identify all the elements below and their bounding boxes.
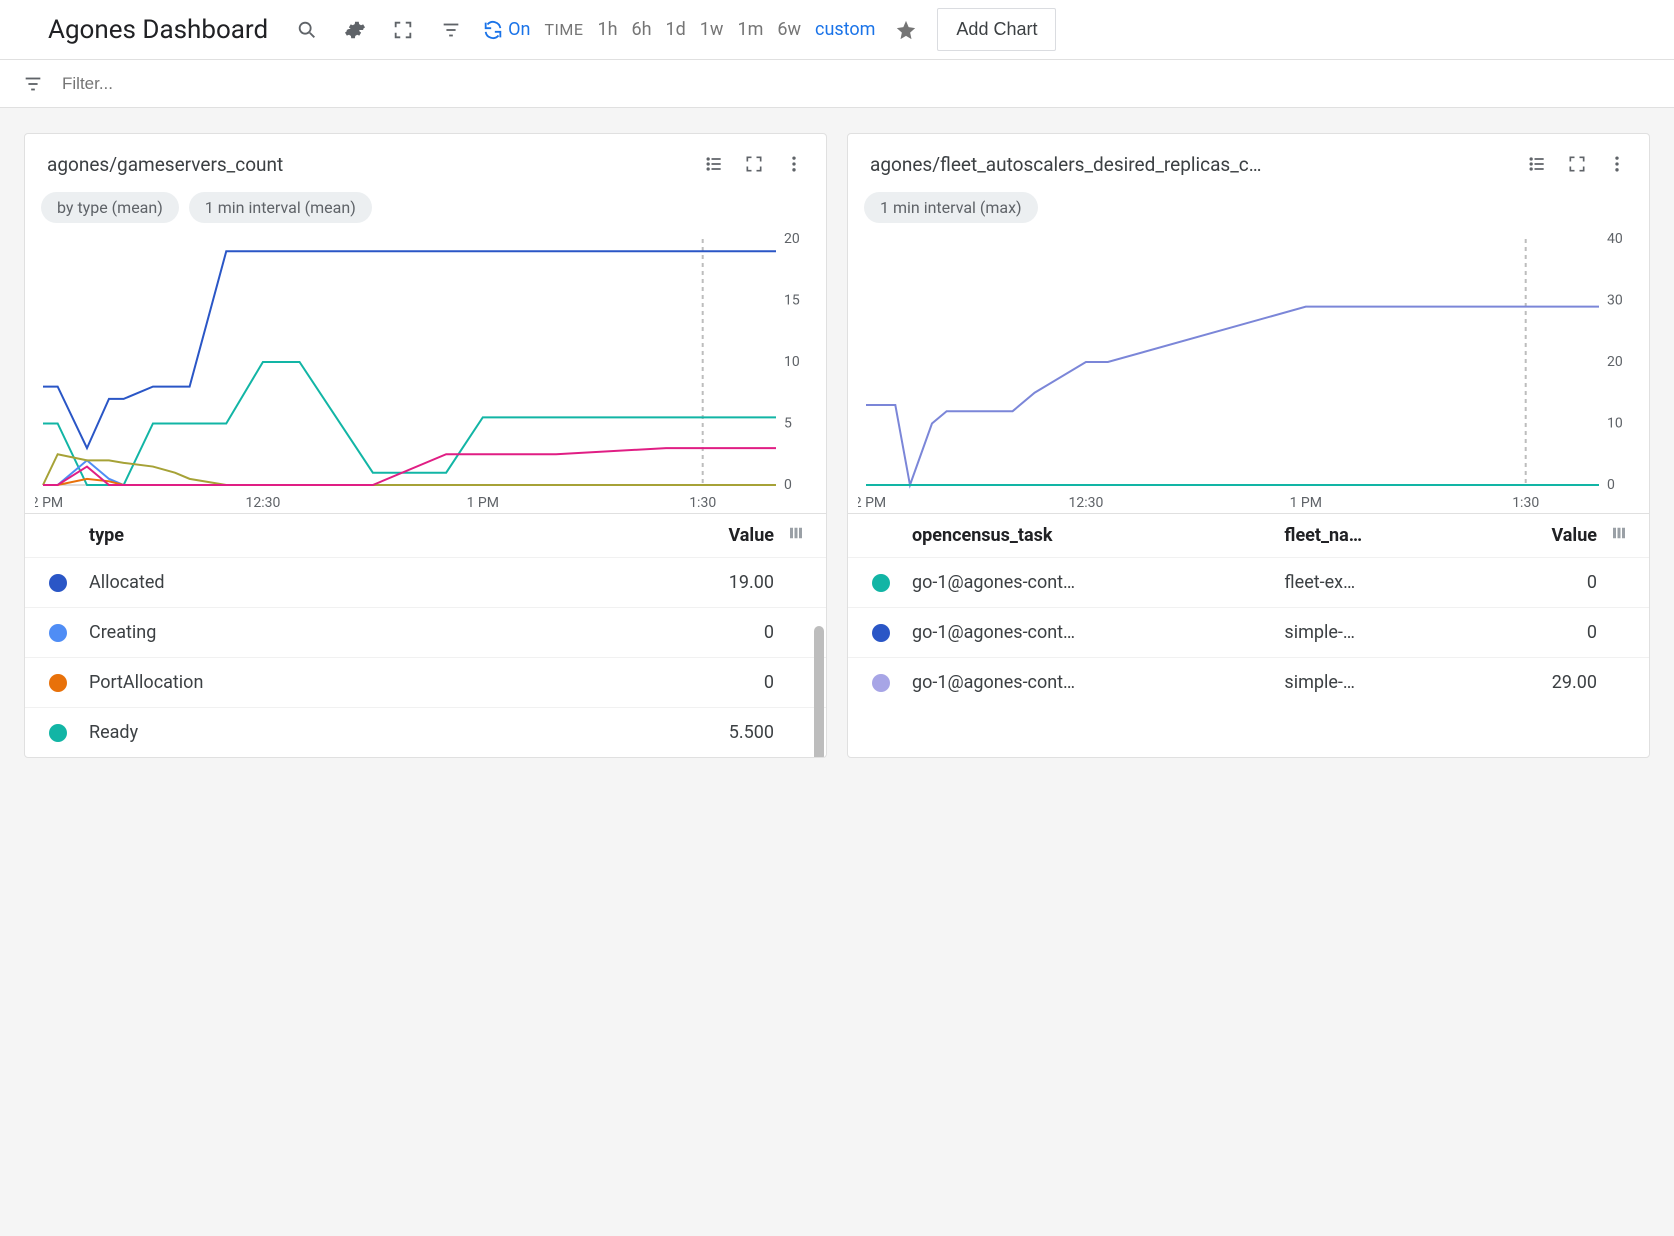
more-vert-icon[interactable]	[1601, 148, 1633, 180]
svg-text:10: 10	[784, 354, 800, 370]
time-option-1w[interactable]: 1w	[700, 19, 724, 40]
filter-input[interactable]	[62, 74, 1658, 94]
more-vert-icon[interactable]	[778, 148, 810, 180]
chart-title: agones/fleet_autoscalers_desired_replica…	[870, 153, 1521, 176]
refresh-label: On	[508, 19, 530, 40]
star-icon[interactable]	[889, 13, 923, 47]
chip[interactable]: 1 min interval (max)	[864, 192, 1038, 223]
table-row[interactable]: go-1@agones-cont… simple-… 29.00	[848, 657, 1649, 707]
svg-text:1:30: 1:30	[689, 495, 716, 511]
col-header[interactable]: Value	[682, 525, 782, 546]
svg-text:12:30: 12:30	[245, 495, 280, 511]
color-swatch	[49, 624, 67, 642]
svg-text:10: 10	[1607, 416, 1623, 432]
chip[interactable]: 1 min interval (mean)	[189, 192, 372, 223]
svg-text:5: 5	[784, 416, 792, 432]
list-icon[interactable]	[1521, 148, 1553, 180]
svg-text:15: 15	[784, 293, 800, 309]
time-option-6h[interactable]: 6h	[631, 19, 651, 40]
row-value: 0	[1505, 622, 1605, 643]
row-value: 0	[1505, 572, 1605, 593]
table-row[interactable]: go-1@agones-cont… simple-… 0	[848, 607, 1649, 657]
chart-card: agones/gameservers_count by type (mean) …	[24, 133, 827, 758]
col-header[interactable]: Value	[1505, 525, 1605, 546]
fullscreen-icon[interactable]	[386, 13, 420, 47]
row-label2: fleet-ex…	[1284, 572, 1505, 593]
dashboard-body: agones/gameservers_count by type (mean) …	[0, 109, 1674, 782]
svg-text:1 PM: 1 PM	[467, 495, 499, 511]
chip[interactable]: by type (mean)	[41, 192, 179, 223]
col-header[interactable]: opencensus_task	[912, 525, 1284, 546]
time-option-6w[interactable]: 6w	[777, 19, 801, 40]
svg-text:30: 30	[1607, 293, 1623, 309]
scrollbar-thumb[interactable]	[814, 626, 824, 758]
row-value: 0	[682, 622, 782, 643]
svg-text:0: 0	[1607, 477, 1615, 493]
svg-text:12 PM: 12 PM	[35, 495, 63, 511]
top-toolbar: Agones Dashboard On TIME 1h 6h 1d 1w 1m …	[0, 0, 1674, 60]
row-label: Ready	[89, 722, 682, 743]
row-label2: simple-…	[1284, 622, 1505, 643]
svg-text:1:30: 1:30	[1512, 495, 1539, 511]
filter-list-icon[interactable]	[434, 13, 468, 47]
legend-table: type Value Allocated 19.00 Creating 0 Po…	[25, 513, 826, 757]
col-header[interactable]: type	[89, 525, 682, 546]
row-label: Creating	[89, 622, 682, 643]
time-option-1h[interactable]: 1h	[597, 19, 617, 40]
color-swatch	[49, 724, 67, 742]
svg-text:1 PM: 1 PM	[1290, 495, 1322, 511]
chart-card: agones/fleet_autoscalers_desired_replica…	[847, 133, 1650, 758]
row-label: go-1@agones-cont…	[912, 672, 1284, 693]
list-icon[interactable]	[698, 148, 730, 180]
table-row[interactable]: Ready 5.500	[25, 707, 826, 757]
table-row[interactable]: go-1@agones-cont… fleet-ex… 0	[848, 557, 1649, 607]
row-label: go-1@agones-cont…	[912, 622, 1284, 643]
table-row[interactable]: PortAllocation 0	[25, 657, 826, 707]
color-swatch	[872, 674, 890, 692]
row-value: 0	[682, 672, 782, 693]
row-value: 5.500	[682, 722, 782, 743]
add-chart-button[interactable]: Add Chart	[937, 8, 1056, 51]
row-label: PortAllocation	[89, 672, 682, 693]
chart-plot[interactable]: 0 5 10 15 20 12 PM 12:30 1 PM 1:30	[25, 233, 826, 513]
filter-bar	[0, 60, 1674, 108]
svg-text:12:30: 12:30	[1068, 495, 1103, 511]
auto-refresh-toggle[interactable]: On	[482, 19, 530, 41]
color-swatch	[872, 574, 890, 592]
color-swatch	[49, 674, 67, 692]
time-option-1d[interactable]: 1d	[666, 19, 686, 40]
svg-text:20: 20	[784, 233, 800, 247]
row-label: go-1@agones-cont…	[912, 572, 1284, 593]
chart-plot[interactable]: 0 10 20 30 40 12 PM 12:30 1 PM 1:30	[848, 233, 1649, 513]
row-value: 19.00	[682, 572, 782, 593]
legend-table: opencensus_task fleet_na… Value go-1@ago…	[848, 513, 1649, 707]
chart-title: agones/gameservers_count	[47, 153, 698, 176]
filter-icon[interactable]	[16, 67, 50, 101]
svg-text:12 PM: 12 PM	[858, 495, 886, 511]
expand-icon[interactable]	[738, 148, 770, 180]
time-option-1m[interactable]: 1m	[737, 19, 763, 40]
col-header[interactable]: fleet_na…	[1284, 525, 1505, 546]
color-swatch	[49, 574, 67, 592]
row-label2: simple-…	[1284, 672, 1505, 693]
table-row[interactable]: Allocated 19.00	[25, 557, 826, 607]
color-swatch	[872, 624, 890, 642]
time-label: TIME	[544, 20, 583, 39]
gear-icon[interactable]	[338, 13, 372, 47]
svg-text:20: 20	[1607, 354, 1623, 370]
dashboard-title: Agones Dashboard	[48, 15, 268, 45]
table-row[interactable]: Creating 0	[25, 607, 826, 657]
svg-text:40: 40	[1607, 233, 1623, 247]
columns-icon[interactable]	[782, 524, 810, 547]
search-icon[interactable]	[290, 13, 324, 47]
expand-icon[interactable]	[1561, 148, 1593, 180]
time-option-custom[interactable]: custom	[815, 19, 875, 40]
svg-text:0: 0	[784, 477, 792, 493]
row-value: 29.00	[1505, 672, 1605, 693]
row-label: Allocated	[89, 572, 682, 593]
columns-icon[interactable]	[1605, 524, 1633, 547]
